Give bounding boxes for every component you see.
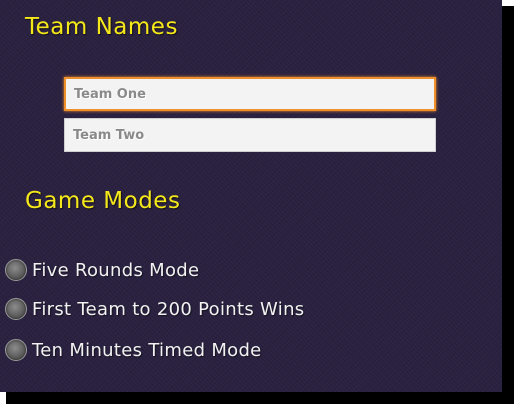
settings-panel: Team Names Game Modes Five Rounds Mode F… bbox=[0, 0, 502, 392]
five-rounds-radio-button[interactable] bbox=[5, 259, 27, 281]
five-rounds-mode-label[interactable]: Five Rounds Mode bbox=[32, 260, 199, 281]
five-rounds-mode-option[interactable]: Five Rounds Mode bbox=[5, 257, 199, 283]
screenshot-frame: Team Names Game Modes Five Rounds Mode F… bbox=[0, 0, 518, 408]
timed-mode-option[interactable]: Ten Minutes Timed Mode bbox=[5, 337, 262, 363]
game-modes-heading: Game Modes bbox=[25, 188, 181, 214]
team-one-input[interactable] bbox=[64, 77, 436, 111]
first-to-200-radio-button[interactable] bbox=[5, 298, 27, 320]
first-to-200-mode-label[interactable]: First Team to 200 Points Wins bbox=[32, 299, 304, 320]
timed-mode-label[interactable]: Ten Minutes Timed Mode bbox=[32, 340, 262, 361]
team-names-heading: Team Names bbox=[25, 14, 178, 40]
first-to-200-mode-option[interactable]: First Team to 200 Points Wins bbox=[5, 296, 304, 322]
team-two-input[interactable] bbox=[64, 118, 436, 152]
timed-mode-radio-button[interactable] bbox=[5, 339, 27, 361]
